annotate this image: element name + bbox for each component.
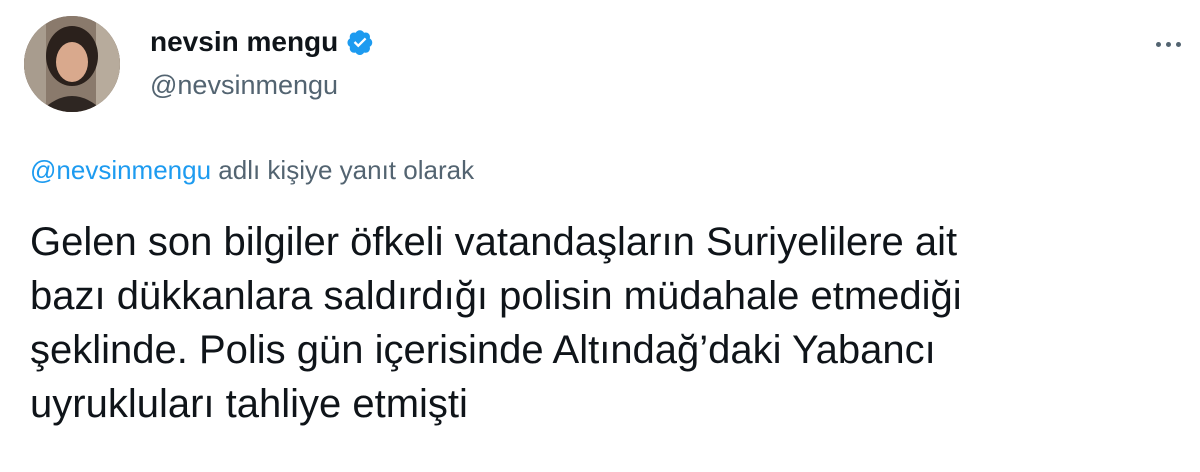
more-dot: [1155, 41, 1161, 47]
author-name-row: nevsin mengu: [150, 26, 374, 58]
profile-photo: [24, 16, 120, 112]
author-handle[interactable]: @nevsinmengu: [150, 70, 338, 101]
tweet-text: Gelen son bilgiler öfkeli vatandaşların …: [30, 215, 1180, 431]
tweet-text-line: şeklinde. Polis gün içerisinde Altındağ’…: [30, 328, 936, 372]
verified-badge-icon: [346, 28, 374, 56]
reply-context-text: adlı kişiye yanıt olarak: [211, 155, 475, 185]
reply-context: @nevsinmengu adlı kişiye yanıt olarak: [30, 155, 474, 186]
tweet-text-line: bazı dükkanlara saldırdığı polisin müdah…: [30, 274, 962, 318]
author-display-name[interactable]: nevsin mengu: [150, 26, 338, 58]
tweet-text-line: Gelen son bilgiler öfkeli vatandaşların …: [30, 220, 958, 264]
more-dot: [1165, 41, 1171, 47]
reply-to-handle-link[interactable]: @nevsinmengu: [30, 155, 211, 185]
more-options-icon[interactable]: [1146, 30, 1190, 58]
tweet-text-line: uyrukluları tahliye etmişti: [30, 382, 468, 426]
avatar[interactable]: [24, 16, 120, 112]
more-dot: [1175, 41, 1181, 47]
